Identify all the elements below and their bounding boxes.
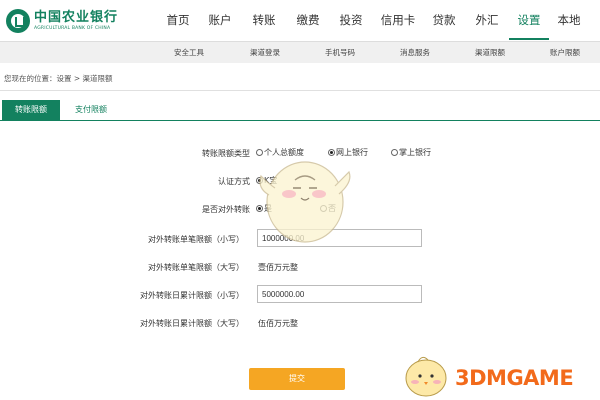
- nav-invest[interactable]: 投资: [329, 0, 373, 40]
- tab-underline: [0, 120, 600, 121]
- nav-accounts[interactable]: 账户: [199, 0, 241, 40]
- nav-local[interactable]: 本地: [549, 0, 589, 40]
- nav-credit-card[interactable]: 信用卡: [373, 0, 423, 40]
- watermark-text: 3DMGAME: [455, 366, 574, 390]
- bank-name-cn: 中国农业银行: [34, 10, 119, 25]
- logo-text: 中国农业银行 AGRICULTURAL BANK OF CHINA: [34, 10, 118, 32]
- tab-transfer-limit[interactable]: 转账限额: [2, 100, 60, 120]
- bank-logo[interactable]: 中国农业银行 AGRICULTURAL BANK OF CHINA: [6, 6, 118, 36]
- main-nav: 首页 账户 转账 缴费 投资 信用卡 贷款 外汇 设置 本地: [157, 0, 589, 40]
- single-limit-small-label: 对外转账单笔限额（小写）: [148, 235, 244, 244]
- tab-payment-limit[interactable]: 支付限额: [62, 100, 120, 120]
- single-limit-big-label: 对外转账单笔限额（大写）: [148, 263, 244, 272]
- subnav-account-limit[interactable]: 账户限额: [550, 42, 580, 64]
- chick-mascot-icon: [259, 161, 351, 243]
- subnav-channel-login[interactable]: 渠道登录: [250, 42, 280, 64]
- nav-payment[interactable]: 缴费: [287, 0, 329, 40]
- subnav-channel-limit[interactable]: 渠道限额: [475, 42, 505, 64]
- header: 中国农业银行 AGRICULTURAL BANK OF CHINA 首页 账户 …: [0, 0, 600, 40]
- nav-home[interactable]: 首页: [157, 0, 199, 40]
- subnav-message-service[interactable]: 消息服务: [400, 42, 430, 64]
- nav-loan[interactable]: 贷款: [423, 0, 465, 40]
- radio-mobile-banking-label: 掌上银行: [399, 148, 431, 157]
- nav-transfer[interactable]: 转账: [241, 0, 287, 40]
- daily-limit-input[interactable]: [257, 285, 422, 303]
- radio-unchecked-icon: [391, 149, 398, 156]
- auth-method-label: 认证方式: [218, 177, 250, 186]
- radio-mobile-banking[interactable]: 掌上银行: [391, 147, 431, 158]
- limit-tabs: 转账限额 支付限额: [0, 100, 600, 120]
- nav-forex[interactable]: 外汇: [465, 0, 509, 40]
- daily-limit-big-label: 对外转账日累计限额（大写）: [140, 319, 244, 328]
- watermark-chick-icon: [405, 356, 447, 397]
- subnav-security-tools[interactable]: 安全工具: [174, 42, 204, 64]
- limit-type-label: 转账限额类型: [202, 149, 250, 158]
- single-limit-big-value: 壹佰万元整: [258, 263, 298, 272]
- bank-name-en: AGRICULTURAL BANK OF CHINA: [34, 26, 111, 31]
- submit-button[interactable]: 提交: [249, 368, 345, 390]
- daily-limit-big-value: 伍佰万元整: [258, 319, 298, 328]
- divider: [0, 90, 600, 91]
- subnav-phone-number[interactable]: 手机号码: [325, 42, 355, 64]
- settings-subnav: 安全工具 渠道登录 手机号码 消息服务 渠道限额 账户限额: [0, 41, 600, 63]
- external-transfer-label: 是否对外转账: [202, 205, 250, 214]
- breadcrumb: 您现在的位置：设置 > 渠道限额: [4, 74, 113, 83]
- daily-limit-small-label: 对外转账日累计限额（小写）: [140, 291, 244, 300]
- nav-settings[interactable]: 设置: [509, 0, 549, 40]
- abc-emblem-icon: [6, 9, 30, 33]
